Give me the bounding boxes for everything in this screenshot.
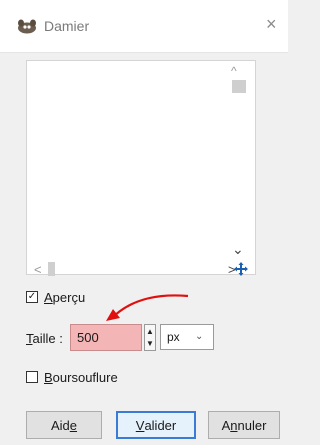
size-input[interactable]: 500 (70, 324, 142, 351)
puff-checkbox-label: Boursouflure (44, 369, 118, 385)
close-icon[interactable]: × (266, 15, 277, 33)
scroll-left-icon[interactable]: < (34, 262, 42, 277)
help-button[interactable]: Aid e (26, 411, 102, 439)
annotation-arrow (106, 294, 189, 321)
preview-checkbox[interactable]: ✓ (26, 291, 38, 303)
window-title: Damier (44, 18, 90, 34)
unit-dropdown[interactable]: px ⌄ (160, 324, 214, 350)
ok-button[interactable]: Valider (116, 411, 196, 439)
cancel-button[interactable]: An nuler (208, 411, 280, 439)
chevron-down-icon: ⌄ (195, 331, 204, 342)
size-label: Taille : (26, 331, 63, 346)
scroll-down-icon[interactable]: ⌄ (232, 242, 244, 256)
puff-checkbox[interactable] (26, 371, 38, 383)
size-spinner[interactable]: ▲ ▼ (144, 324, 156, 351)
preview-checkbox-row[interactable]: ✓ Aperçu (26, 289, 85, 305)
preview-area (26, 60, 256, 275)
gimp-icon (18, 19, 36, 34)
title-bar: Damier × (0, 0, 288, 53)
spin-down-icon[interactable]: ▼ (146, 340, 154, 348)
horizontal-scrollbar-thumb[interactable] (48, 262, 55, 276)
unit-value: px (167, 330, 180, 344)
navigate-icon[interactable] (234, 262, 248, 276)
scroll-up-icon[interactable]: ^ (231, 64, 237, 78)
spin-up-icon[interactable]: ▲ (146, 328, 154, 336)
preview-checkbox-label: Aperçu (44, 289, 86, 305)
vertical-scrollbar-thumb[interactable] (232, 80, 246, 93)
puff-checkbox-row[interactable]: Boursouflure (26, 369, 118, 385)
